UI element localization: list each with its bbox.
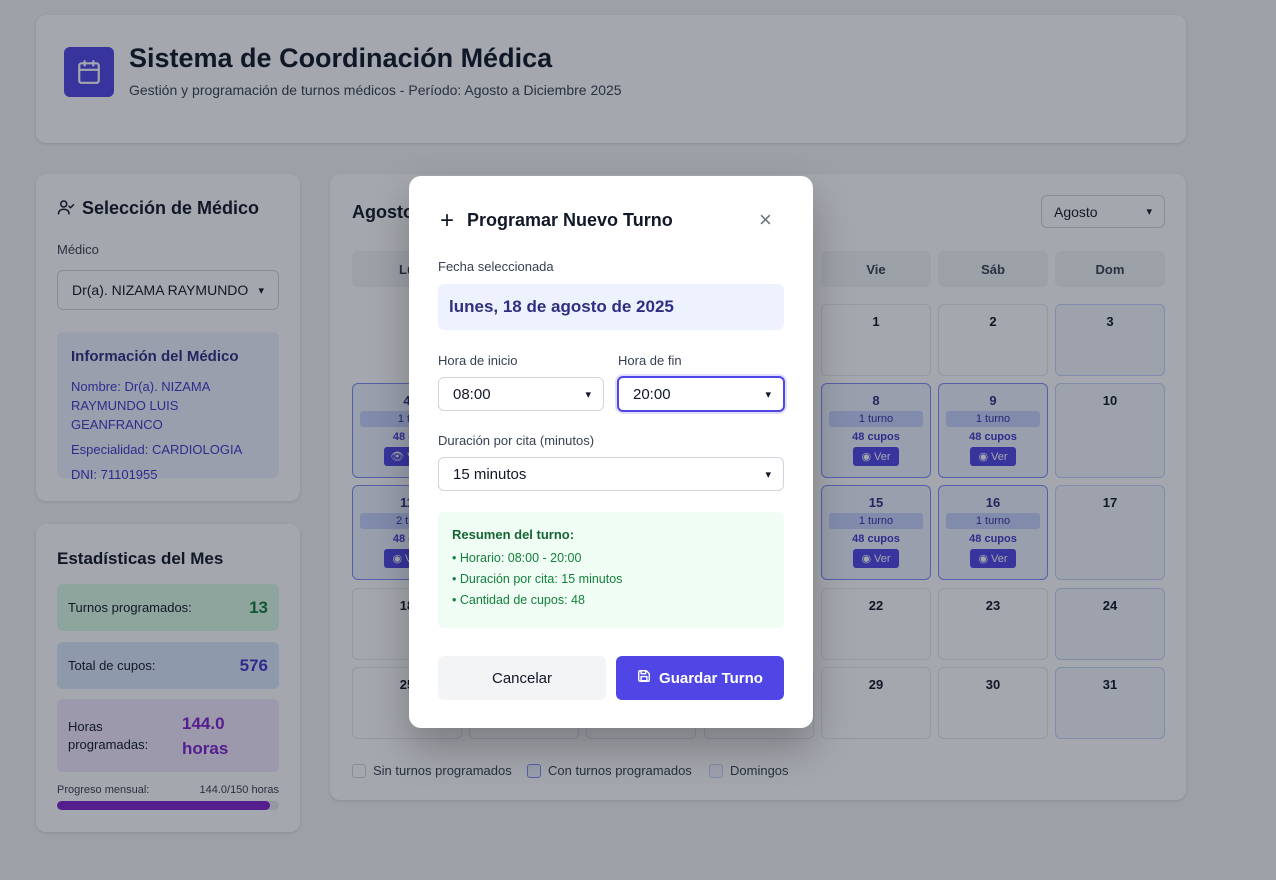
selected-date: lunes, 18 de agosto de 2025 <box>438 284 784 330</box>
save-shift-button[interactable]: Guardar Turno <box>616 656 784 700</box>
summary-line: • Duración por cita: 15 minutos <box>452 572 623 586</box>
end-time-value: 20:00 <box>633 385 671 403</box>
save-icon <box>637 669 651 687</box>
duration-label: Duración por cita (minutos) <box>438 433 595 448</box>
close-icon[interactable]: × <box>759 209 772 231</box>
save-label: Guardar Turno <box>659 669 763 687</box>
date-label: Fecha seleccionada <box>438 259 554 274</box>
summary-line: • Cantidad de cupos: 48 <box>452 593 585 607</box>
chevron-down-icon: ▾ <box>585 388 591 401</box>
shift-summary: Resumen del turno: • Horario: 08:00 - 20… <box>438 512 784 628</box>
duration-value: 15 minutos <box>453 465 527 483</box>
plus-icon: + <box>440 207 455 234</box>
start-time-value: 08:00 <box>453 385 491 403</box>
start-time-label: Hora de inicio <box>438 353 518 368</box>
new-shift-modal: + Programar Nuevo Turno × Fecha seleccio… <box>409 176 813 728</box>
start-time-select[interactable]: 08:00 ▾ <box>438 377 604 411</box>
summary-line: • Horario: 08:00 - 20:00 <box>452 551 582 565</box>
end-time-label: Hora de fin <box>618 353 682 368</box>
chevron-down-icon: ▾ <box>765 388 771 401</box>
duration-select[interactable]: 15 minutos ▾ <box>438 457 784 491</box>
cancel-button[interactable]: Cancelar <box>438 656 606 700</box>
modal-title: Programar Nuevo Turno <box>467 210 673 230</box>
chevron-down-icon: ▾ <box>765 468 771 481</box>
summary-title: Resumen del turno: <box>452 527 575 542</box>
end-time-select[interactable]: 20:00 ▾ <box>617 376 785 412</box>
